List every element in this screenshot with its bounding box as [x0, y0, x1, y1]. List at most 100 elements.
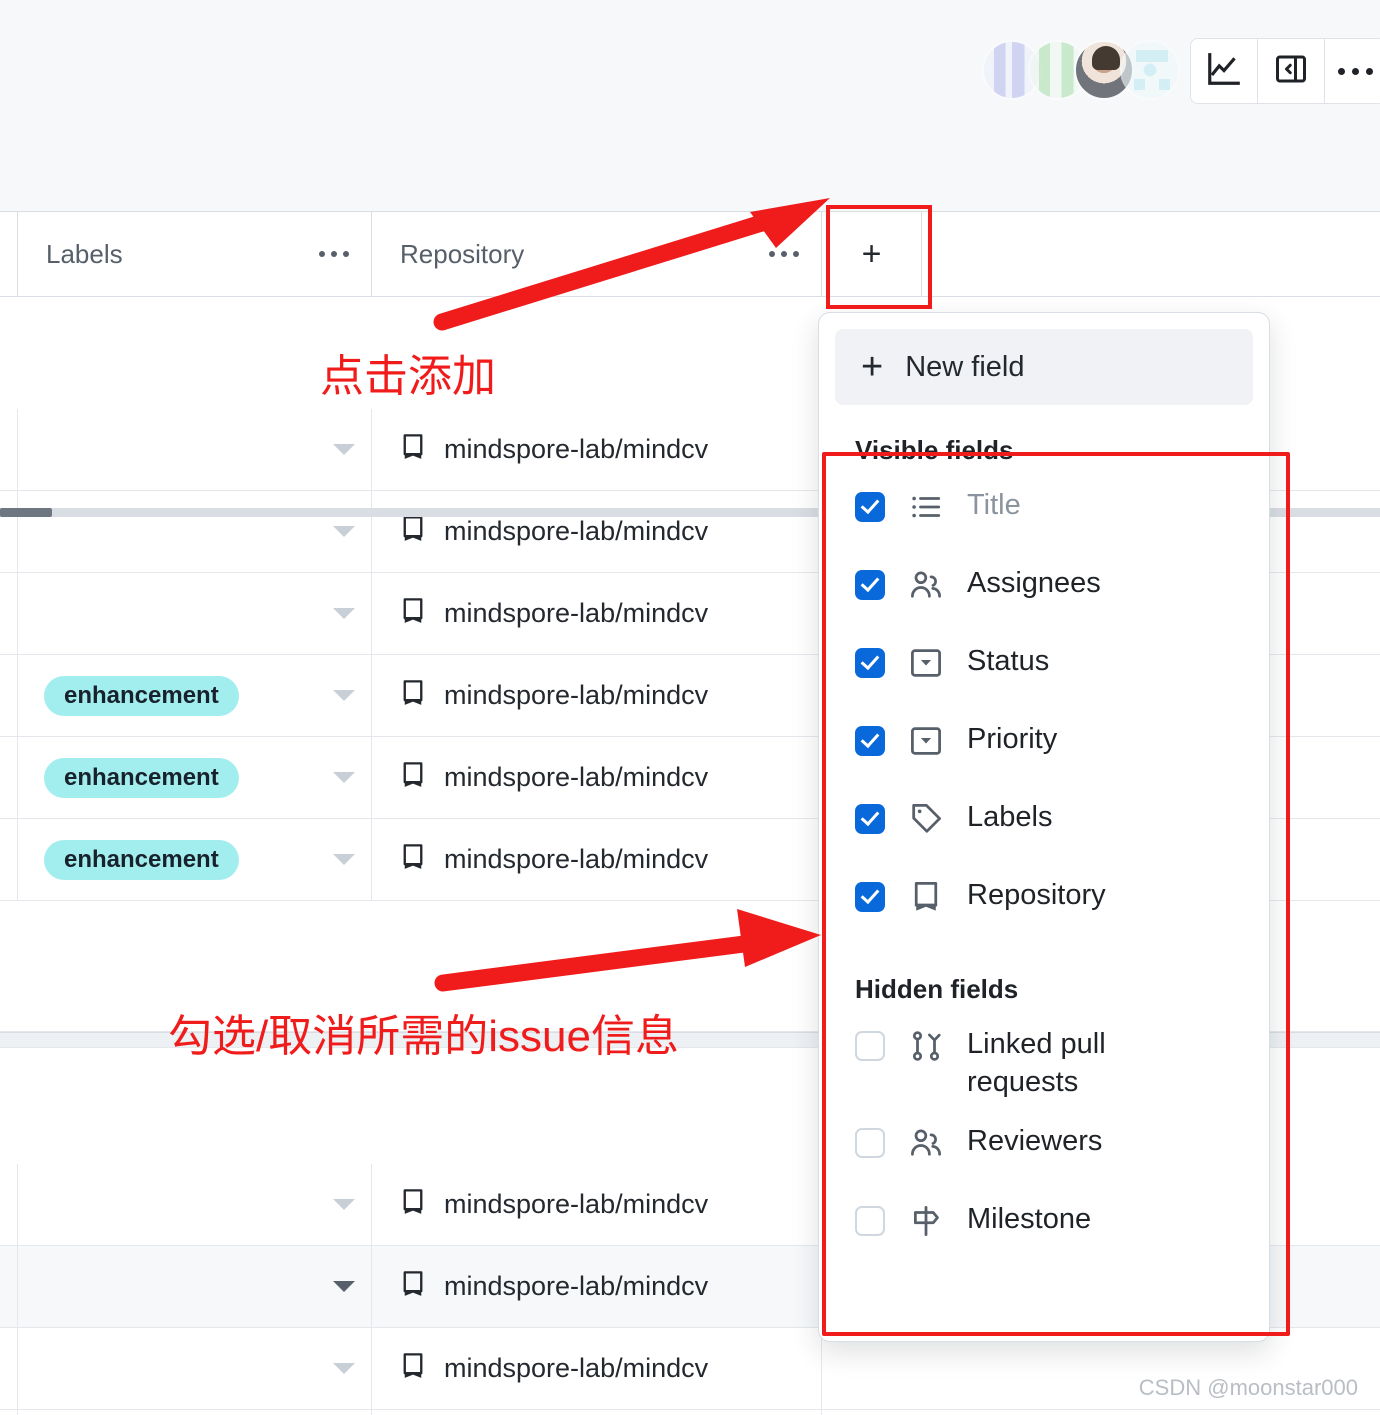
cell-repository[interactable]: mindspore-lab/mindcv	[372, 573, 822, 654]
checkbox[interactable]	[855, 804, 885, 834]
checkbox[interactable]	[855, 1031, 885, 1061]
hidden-fields-list: Linked pull requests Reviewers Milestone	[819, 1015, 1269, 1268]
screenshot-root: Labels Repository + mindspore-lab/mindcv…	[0, 0, 1380, 1415]
cell-labels[interactable]: enhancement	[18, 819, 372, 900]
cell-repository[interactable]: mindspore-lab/mindcv	[372, 1246, 822, 1327]
field-option-title[interactable]: Title	[819, 476, 1269, 554]
column-menu-icon[interactable]	[319, 251, 349, 257]
toolbar-button-group	[1190, 38, 1380, 104]
column-header-repository[interactable]: Repository	[372, 212, 822, 296]
cell-repository[interactable]: mindspore-lab/mindcv	[372, 1328, 822, 1409]
repo-icon	[398, 1187, 428, 1222]
checkbox[interactable]	[855, 1205, 885, 1236]
field-option-label: Repository	[967, 879, 1106, 911]
cell-repository[interactable]: mindspore-lab/mindcv	[372, 655, 822, 736]
people-icon	[909, 568, 943, 602]
cell-labels[interactable]	[18, 1164, 372, 1245]
avatar[interactable]	[1120, 40, 1180, 100]
cell-labels[interactable]: documentationen	[18, 1410, 372, 1415]
label-pill-group: enhancement	[44, 839, 239, 880]
field-option-label: Reviewers	[967, 1124, 1103, 1157]
people-icon	[909, 1126, 943, 1160]
field-option-reviewers[interactable]: Reviewers	[819, 1112, 1269, 1190]
repository-name: mindspore-lab/mindcv	[444, 516, 709, 546]
checkbox[interactable]	[855, 882, 885, 912]
cell-labels[interactable]	[18, 573, 372, 654]
row-gutter	[0, 1328, 18, 1409]
repo-icon	[398, 842, 428, 877]
scrollbar-thumb[interactable]	[0, 508, 52, 517]
field-option-labels[interactable]: Labels	[819, 788, 1269, 866]
chevron-down-icon[interactable]	[333, 1199, 355, 1210]
chevron-down-icon[interactable]	[333, 854, 355, 865]
new-field-label: New field	[905, 350, 1025, 383]
chevron-down-icon[interactable]	[333, 1281, 355, 1292]
checkbox[interactable]	[855, 1127, 885, 1158]
row-gutter	[0, 737, 18, 818]
cell-repository[interactable]: mindspore-lab/mindcv	[372, 737, 822, 818]
row-gutter-header	[0, 212, 18, 296]
column-menu-icon[interactable]	[769, 251, 799, 257]
repo-icon	[398, 432, 428, 467]
label-pill[interactable]: enhancement	[44, 675, 239, 716]
field-option-repository[interactable]: Repository	[819, 866, 1269, 944]
cell-repository[interactable]: mindspore-lab/mindcv	[372, 1164, 822, 1245]
field-option-linked-pull-requests[interactable]: Linked pull requests	[819, 1015, 1269, 1112]
repository-name: mindspore-lab/mindcv	[444, 1189, 709, 1219]
column-header-label: Labels	[46, 238, 123, 269]
field-option-label: Title	[967, 489, 1021, 521]
more-options-icon	[1337, 67, 1373, 75]
label-pill-group: enhancement	[44, 675, 239, 716]
checkbox[interactable]	[855, 570, 885, 600]
cell-labels[interactable]	[18, 1328, 372, 1409]
cell-labels[interactable]	[18, 491, 372, 572]
chevron-down-icon[interactable]	[333, 526, 355, 537]
row-gutter	[0, 491, 18, 572]
column-header-labels[interactable]: Labels	[18, 212, 372, 296]
single-select-icon	[909, 646, 943, 680]
field-visibility-dropdown: + New field Visible fields Title Assignee…	[818, 312, 1270, 1342]
field-option-label: Milestone	[967, 1202, 1092, 1235]
more-options-button[interactable]	[1325, 39, 1380, 103]
label-pill-group: enhancement	[44, 757, 239, 798]
cell-repository[interactable]: mindspore-lab/mindcv	[372, 1410, 822, 1415]
repo-icon	[909, 880, 943, 914]
label-pill[interactable]: enhancement	[44, 839, 239, 880]
field-option-milestone[interactable]: Milestone	[819, 1190, 1269, 1268]
field-option-priority[interactable]: Priority	[819, 710, 1269, 788]
label-pill[interactable]: enhancement	[44, 757, 239, 798]
checkbox[interactable]	[855, 648, 885, 678]
checkbox[interactable]	[855, 492, 885, 522]
chevron-down-icon[interactable]	[333, 444, 355, 455]
cell-labels[interactable]	[18, 1246, 372, 1327]
cell-repository[interactable]: mindspore-lab/mindcv	[372, 409, 822, 490]
cell-labels[interactable]: enhancement	[18, 737, 372, 818]
cell-labels[interactable]: enhancement	[18, 655, 372, 736]
field-option-label: Priority	[967, 723, 1058, 755]
list-icon	[909, 490, 943, 524]
cell-labels[interactable]	[18, 409, 372, 490]
field-option-status[interactable]: Status	[819, 632, 1269, 710]
new-field-button[interactable]: + New field	[835, 329, 1253, 405]
row-gutter	[0, 409, 18, 490]
cell-repository[interactable]: mindspore-lab/mindcv	[372, 819, 822, 900]
chevron-down-icon[interactable]	[333, 1363, 355, 1374]
repository-name: mindspore-lab/mindcv	[444, 844, 709, 874]
field-option-label: Status	[967, 645, 1050, 677]
table-row[interactable]: documentationenmindspore-lab/mindcv	[0, 1410, 1380, 1415]
side-panel-button[interactable]	[1258, 39, 1325, 103]
chevron-down-icon[interactable]	[333, 690, 355, 701]
chevron-down-icon[interactable]	[333, 772, 355, 783]
cell-repository[interactable]: mindspore-lab/mindcv	[372, 491, 822, 572]
header-filler	[922, 212, 1380, 296]
field-option-assignees[interactable]: Assignees	[819, 554, 1269, 632]
cell-filler	[822, 1410, 1380, 1415]
row-gutter	[0, 1246, 18, 1327]
checkbox[interactable]	[855, 726, 885, 756]
chevron-down-icon[interactable]	[333, 608, 355, 619]
tag-icon	[909, 802, 943, 836]
column-header-label: Repository	[400, 238, 525, 269]
add-column-button[interactable]: +	[822, 212, 922, 296]
repository-name: mindspore-lab/mindcv	[444, 1353, 709, 1383]
insights-button[interactable]	[1191, 39, 1258, 103]
